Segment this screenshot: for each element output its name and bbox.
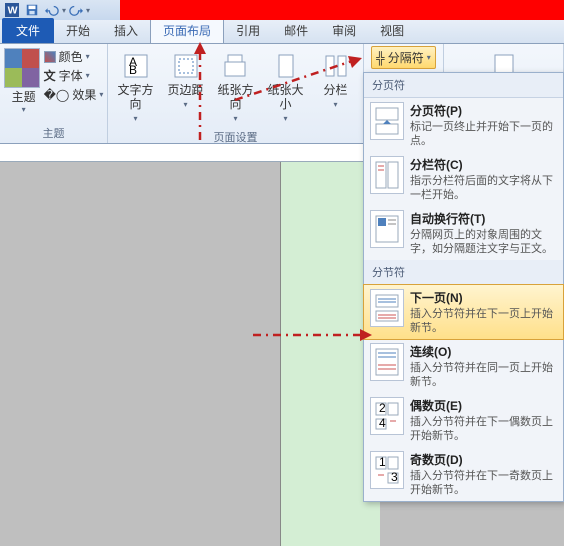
column-break-icon: [370, 156, 404, 194]
breaks-dropdown: 分页符 分页符(P)标记一页终止并开始下一页的点。 分栏符(C)指示分栏符后面的…: [363, 72, 564, 502]
save-icon[interactable]: [23, 1, 41, 19]
svg-text:2: 2: [379, 401, 386, 415]
theme-colors-button[interactable]: 颜色▾: [44, 48, 104, 65]
text-direction-button[interactable]: AB 文字方向▾: [112, 48, 160, 127]
word-icon: W: [3, 1, 21, 19]
undo-icon[interactable]: [43, 1, 61, 19]
undo-chevron-icon[interactable]: ▾: [62, 6, 66, 15]
odd-page-icon: 13: [370, 451, 404, 489]
tab-page-layout[interactable]: 页面布局: [150, 17, 224, 43]
margins-icon: [170, 50, 202, 82]
svg-text:3: 3: [391, 470, 398, 484]
theme-effects-button[interactable]: �◯效果▾: [44, 86, 104, 103]
dd-text-wrap-break[interactable]: 自动换行符(T)分隔网页上的对象周围的文字，如分隔题注文字与正文。: [364, 206, 563, 260]
svg-text:1: 1: [379, 455, 386, 469]
ribbon-tabs: 文件 开始 插入 页面布局 引用 邮件 审阅 视图: [0, 20, 564, 44]
tab-references[interactable]: 引用: [224, 18, 272, 43]
dd-odd-page[interactable]: 13 奇数页(D)插入分节符并在下一奇数页上开始新节。: [364, 447, 563, 501]
themes-button[interactable]: 主题 ▾: [4, 48, 44, 114]
chevron-down-icon: ▾: [22, 105, 26, 114]
tab-mailings[interactable]: 邮件: [272, 18, 320, 43]
redo-icon[interactable]: [67, 1, 85, 19]
breaks-button[interactable]: ╬分隔符▾: [371, 46, 436, 69]
breaks-icon: ╬: [376, 51, 385, 65]
columns-button[interactable]: 分栏▾: [312, 48, 360, 127]
columns-icon: [320, 50, 352, 82]
effects-icon: �◯: [44, 88, 70, 102]
dd-next-page[interactable]: 下一页(N)插入分节符并在下一页上开始新节。: [363, 284, 564, 340]
tab-review[interactable]: 审阅: [320, 18, 368, 43]
title-bar: W ▾ ▾: [0, 0, 564, 20]
continuous-icon: [370, 343, 404, 381]
orientation-button[interactable]: 纸张方向▾: [212, 48, 260, 127]
next-page-icon: [370, 289, 404, 327]
svg-text:B: B: [129, 63, 137, 77]
dd-page-break[interactable]: 分页符(P)标记一页终止并开始下一页的点。: [364, 98, 563, 152]
even-page-icon: 24: [370, 397, 404, 435]
dd-continuous[interactable]: 连续(O)插入分节符并在同一页上开始新节。: [364, 339, 563, 393]
tab-home[interactable]: 开始: [54, 18, 102, 43]
group-label-pagesetup: 页面设置: [214, 127, 258, 145]
dd-header-section-breaks: 分节符: [364, 260, 563, 285]
fonts-icon: 文: [44, 67, 56, 84]
size-button[interactable]: 纸张大小▾: [262, 48, 310, 127]
group-page-setup: AB 文字方向▾ 页边距▾ 纸张方向▾ 纸张大小▾ 分栏▾ 页面设置: [108, 44, 364, 143]
orientation-icon: [220, 50, 252, 82]
tab-insert[interactable]: 插入: [102, 18, 150, 43]
dd-even-page[interactable]: 24 偶数页(E)插入分节符并在下一偶数页上开始新节。: [364, 393, 563, 447]
text-direction-icon: AB: [120, 50, 152, 82]
title-redacted: [120, 0, 564, 20]
text-wrap-icon: [370, 210, 404, 248]
tab-view[interactable]: 视图: [368, 18, 416, 43]
svg-text:4: 4: [379, 416, 386, 430]
colors-icon: [44, 51, 56, 63]
dd-header-page-breaks: 分页符: [364, 73, 563, 98]
themes-icon: [4, 48, 40, 88]
dd-column-break[interactable]: 分栏符(C)指示分栏符后面的文字将从下一栏开始。: [364, 152, 563, 206]
tab-file[interactable]: 文件: [2, 18, 54, 43]
size-icon: [270, 50, 302, 82]
page-break-icon: [370, 102, 404, 140]
svg-text:W: W: [8, 5, 18, 17]
group-label-themes: 主题: [43, 123, 65, 141]
themes-label: 主题: [12, 88, 36, 105]
group-themes: 主题 ▾ 颜色▾ 文字体▾ �◯效果▾ 主题: [0, 44, 108, 143]
qat-customize-icon[interactable]: ▾: [86, 6, 90, 15]
theme-fonts-button[interactable]: 文字体▾: [44, 67, 104, 84]
margins-button[interactable]: 页边距▾: [162, 48, 210, 127]
